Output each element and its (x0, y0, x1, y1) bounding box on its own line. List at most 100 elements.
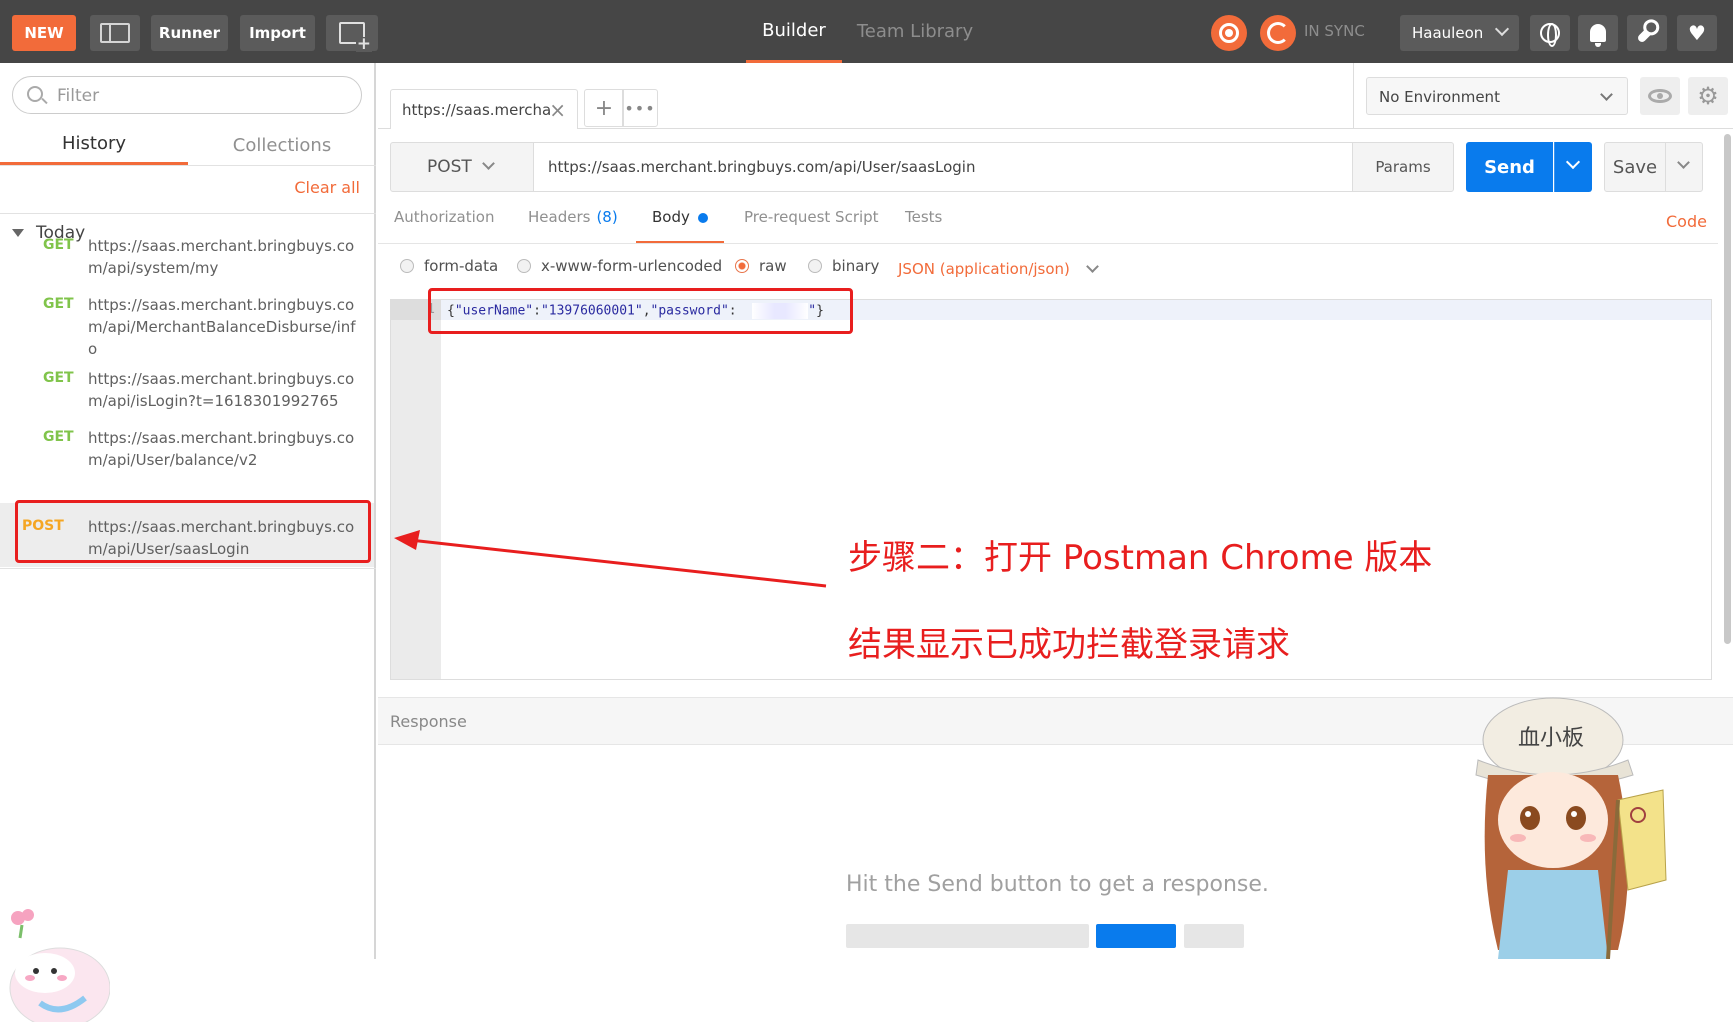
heart-icon: ♥ (1688, 21, 1706, 45)
heart-button[interactable]: ♥ (1677, 15, 1717, 51)
tab-body-label: Body (652, 208, 690, 226)
divider (0, 213, 376, 214)
runner-button[interactable]: Runner (151, 15, 228, 51)
history-url: https://saas.merchant.bringbuys.com/api/… (88, 370, 355, 410)
interceptor-icon (1219, 23, 1239, 43)
method-badge: GET (43, 296, 74, 312)
history-item[interactable]: GET https://saas.merchant.bringbuys.com/… (15, 235, 373, 289)
method-badge: GET (43, 429, 74, 445)
import-button[interactable]: Import (240, 15, 315, 51)
tab-pre-request-script[interactable]: Pre-request Script (744, 208, 879, 242)
environment-value: No Environment (1379, 88, 1500, 106)
history-item[interactable]: GET https://saas.merchant.bringbuys.com/… (15, 427, 373, 481)
chevron-down-icon (1600, 88, 1613, 101)
placeholder-bar (846, 924, 1089, 948)
url-input[interactable] (533, 142, 1353, 192)
new-window-button[interactable] (326, 15, 378, 52)
tab-authorization[interactable]: Authorization (394, 208, 494, 242)
globe-button[interactable] (1530, 15, 1570, 51)
line-gutter: 1 (391, 300, 441, 679)
placeholder-bar (1184, 924, 1244, 948)
clear-all-link[interactable]: Clear all (294, 178, 360, 197)
tab-team-library[interactable]: Team Library (850, 0, 980, 63)
user-menu[interactable]: Haauleon (1400, 15, 1519, 51)
divider (0, 568, 376, 569)
new-button[interactable]: NEW (12, 15, 76, 51)
chevron-down-icon (1494, 21, 1510, 37)
tab-history[interactable]: History (0, 125, 188, 165)
tab-collections[interactable]: Collections (188, 125, 376, 165)
params-button[interactable]: Params (1352, 142, 1454, 192)
environment-bar: No Environment ⚙ (1353, 63, 1733, 129)
manage-environments-button[interactable]: ⚙ (1688, 77, 1728, 115)
send-options-button[interactable] (1554, 142, 1592, 192)
radio-icon (808, 259, 822, 273)
gear-icon: ⚙ (1697, 82, 1719, 110)
history-url: https://saas.merchant.bringbuys.com/api/… (88, 296, 356, 358)
notifications-button[interactable] (1578, 15, 1618, 51)
method-select[interactable]: POST (390, 142, 534, 192)
search-icon (27, 86, 43, 102)
tab-headers[interactable]: Headers (8) (528, 208, 618, 242)
placeholder-bar (1096, 924, 1176, 948)
radio-binary[interactable]: binary (808, 256, 879, 276)
history-url: https://saas.merchant.bringbuys.com/api/… (88, 237, 355, 277)
settings-button[interactable] (1627, 15, 1667, 51)
interceptor-button[interactable] (1211, 15, 1247, 51)
radio-raw[interactable]: raw (735, 256, 787, 276)
history-item[interactable]: GET https://saas.merchant.bringbuys.com/… (15, 294, 373, 370)
close-icon[interactable]: × (549, 98, 566, 122)
add-tab-button[interactable]: + (584, 89, 624, 127)
save-button[interactable]: Save (1604, 142, 1666, 192)
tab-body[interactable]: Body (636, 208, 724, 244)
cap-lettering: 血小板 (1518, 726, 1584, 751)
radio-label: binary (832, 257, 880, 275)
radio-form-data[interactable]: form-data (400, 256, 498, 276)
eye-icon (1648, 89, 1672, 103)
radio-urlencoded[interactable]: x-www-form-urlencoded (517, 256, 722, 276)
method-badge: GET (43, 237, 74, 253)
toggle-sidebar-button[interactable] (90, 15, 140, 51)
environment-quick-look-button[interactable] (1640, 77, 1680, 115)
annotation-text-result: 结果显示已成功拦截登录请求 (848, 625, 1290, 665)
filter-input[interactable] (57, 85, 347, 107)
radio-label: form-data (424, 257, 499, 275)
annotation-box-request-body (428, 288, 853, 334)
scrollbar[interactable] (1722, 130, 1733, 650)
environment-select[interactable]: No Environment (1366, 77, 1628, 115)
user-name: Haauleon (1412, 24, 1484, 42)
method-badge: GET (43, 370, 74, 386)
top-bar: NEW Runner Import Builder Team Library I… (0, 0, 1733, 63)
tab-headers-label: Headers (528, 208, 591, 226)
radio-selected-icon (735, 259, 749, 273)
new-window-icon (339, 22, 372, 52)
response-hint: Hit the Send button to get a response. (846, 872, 1269, 897)
scrollbar-thumb[interactable] (1724, 134, 1731, 644)
history-url: https://saas.merchant.bringbuys.com/api/… (88, 429, 355, 469)
annotation-text-step: 步骤二：打开 Postman Chrome 版本 (848, 538, 1433, 578)
radio-icon (400, 259, 414, 273)
bell-icon (1590, 24, 1606, 47)
modified-dot-icon (697, 213, 708, 223)
save-options-button[interactable] (1665, 142, 1703, 192)
history-item[interactable]: GET https://saas.merchant.bringbuys.com/… (15, 368, 373, 422)
tab-tests[interactable]: Tests (905, 208, 942, 242)
send-button[interactable]: Send (1466, 142, 1553, 192)
method-value: POST (427, 157, 472, 177)
request-tab-strip: https://saas.mercha × + ••• (378, 63, 1353, 129)
content-type-select[interactable]: JSON (application/json) (898, 260, 1099, 278)
sidebar-icon (100, 23, 130, 43)
more-tabs-button[interactable]: ••• (622, 89, 658, 127)
code-link[interactable]: Code (1666, 212, 1707, 231)
chevron-down-icon (1086, 260, 1099, 273)
annotation-box-history-item (15, 500, 371, 563)
chevron-down-icon (1565, 154, 1581, 170)
request-tab[interactable]: https://saas.mercha × (390, 89, 578, 129)
radio-icon (517, 259, 531, 273)
mascot-character: 血小板 (1475, 697, 1667, 959)
sync-button[interactable] (1260, 15, 1296, 51)
wrench-icon (1636, 22, 1658, 44)
tab-builder[interactable]: Builder (746, 0, 842, 63)
radio-label: raw (759, 257, 787, 275)
divider (0, 165, 376, 166)
